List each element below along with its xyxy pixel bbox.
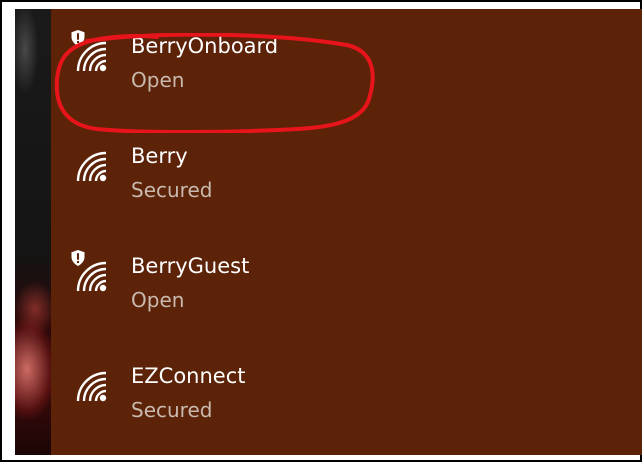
network-item-berryonboard[interactable]: BerryOnboard Open: [51, 9, 642, 119]
wifi-signal-icon: [76, 371, 107, 402]
network-status: Secured: [131, 398, 213, 422]
network-ssid: Berry: [131, 144, 188, 168]
desktop-wallpaper-strip: [15, 9, 55, 455]
wifi-network-list: BerryOnboard Open Berry Secured BerryGue…: [51, 9, 642, 455]
network-item-berry[interactable]: Berry Secured: [51, 119, 642, 229]
network-ssid: EZConnect: [131, 364, 246, 388]
screenshot-frame: BerryOnboard Open Berry Secured BerryGue…: [0, 0, 642, 462]
network-status: Secured: [131, 178, 213, 202]
network-status: Open: [131, 288, 185, 312]
shield-warning-icon: [71, 30, 85, 46]
wifi-signal-icon: [76, 151, 107, 182]
shield-warning-icon: [71, 250, 85, 266]
network-item-berryguest[interactable]: BerryGuest Open: [51, 229, 642, 339]
screen-area: BerryOnboard Open Berry Secured BerryGue…: [15, 9, 642, 455]
network-ssid: BerryGuest: [131, 254, 250, 278]
network-status: Open: [131, 68, 185, 92]
network-item-ezconnect[interactable]: EZConnect Secured: [51, 339, 642, 449]
network-ssid: BerryOnboard: [131, 34, 279, 58]
